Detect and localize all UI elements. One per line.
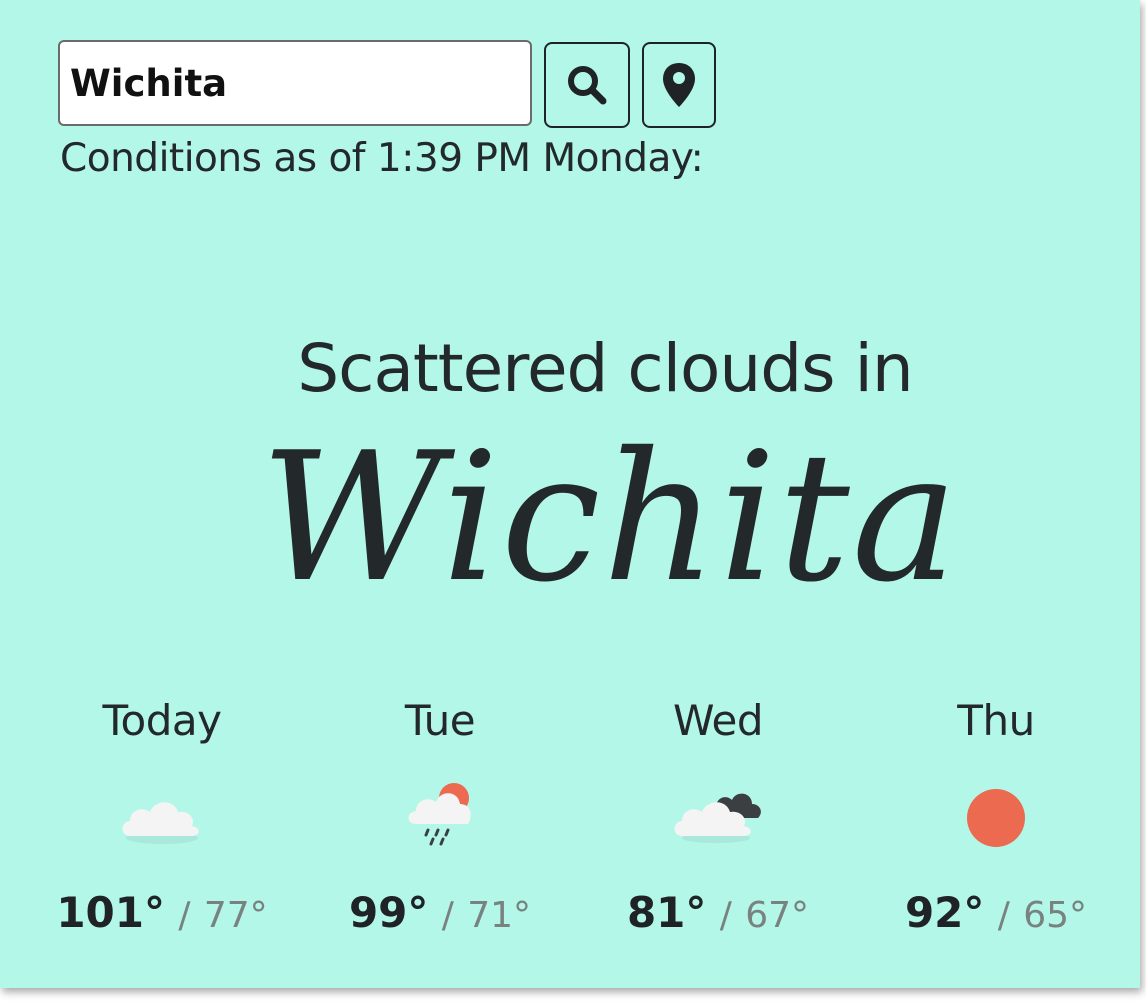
cloud-icon xyxy=(122,802,199,844)
low-temp: 71° xyxy=(467,895,532,936)
map-pin-icon xyxy=(663,63,695,107)
high-temp: 101° xyxy=(56,888,165,937)
temp-separator: / xyxy=(997,895,1010,936)
temperature-range: 101° / 77° xyxy=(32,888,292,937)
day-label: Wed xyxy=(672,696,764,745)
weather-card: Conditions as of 1:39 PM Monday: Scatter… xyxy=(0,0,1140,988)
conditions-timestamp: Conditions as of 1:39 PM Monday: xyxy=(60,136,704,181)
dark-cloud-icon xyxy=(674,793,761,843)
day-label: Today xyxy=(102,696,222,745)
forecast-row: Today 101° / 77° Tue 99° / 71° Wed 81° /… xyxy=(0,690,1140,950)
high-temp: 92° xyxy=(904,888,985,937)
sun-icon xyxy=(967,789,1025,847)
day-label: Tue xyxy=(404,696,476,745)
high-temp: 99° xyxy=(348,888,429,937)
search-bar xyxy=(58,40,716,130)
temp-separator: / xyxy=(441,895,454,936)
temperature-range: 92° / 65° xyxy=(866,888,1126,937)
high-temp: 81° xyxy=(626,888,707,937)
search-button[interactable] xyxy=(544,42,630,128)
temp-separator: / xyxy=(719,895,732,936)
temp-separator: / xyxy=(178,895,191,936)
city-name-title: Wichita xyxy=(260,414,960,621)
condition-headline: Scattered clouds in xyxy=(297,330,913,407)
temperature-range: 81° / 67° xyxy=(588,888,848,937)
rain-sun-cloud-icon xyxy=(408,783,471,846)
temperature-range: 99° / 71° xyxy=(310,888,570,937)
use-location-button[interactable] xyxy=(642,42,716,128)
city-search-input[interactable] xyxy=(58,40,532,126)
search-icon xyxy=(568,66,607,105)
day-label: Thu xyxy=(957,696,1035,745)
low-temp: 67° xyxy=(745,895,810,936)
low-temp: 77° xyxy=(203,895,268,936)
low-temp: 65° xyxy=(1023,895,1088,936)
